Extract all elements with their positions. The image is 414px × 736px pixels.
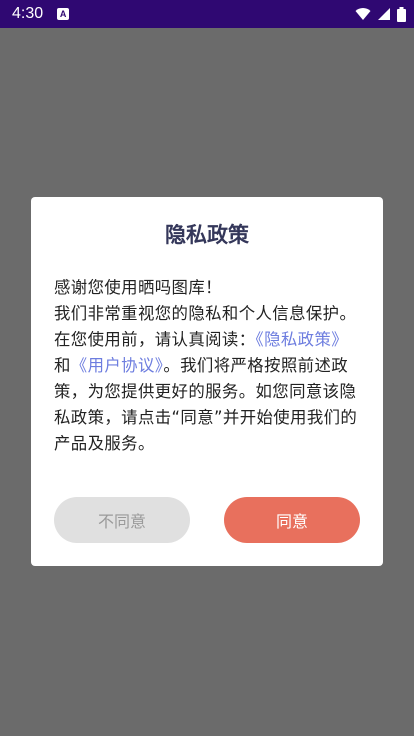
status-bar: 4:30 A [0, 0, 414, 28]
user-agreement-link[interactable]: 《用户协议》 [71, 356, 164, 375]
wifi-icon [355, 7, 371, 21]
welcome-line: 感谢您使用晒吗图库！ [54, 278, 222, 297]
signal-icon [377, 7, 391, 21]
disagree-button[interactable]: 不同意 [54, 497, 190, 543]
privacy-policy-link[interactable]: 《隐私政策》 [256, 330, 349, 349]
policy-text-2: 和 [54, 356, 71, 375]
privacy-policy-dialog: 隐私政策 感谢您使用晒吗图库！ 我们非常重视您的隐私和个人信息保护。在您使用前，… [31, 197, 383, 566]
dialog-body: 感谢您使用晒吗图库！ 我们非常重视您的隐私和个人信息保护。在您使用前，请认真阅读… [54, 275, 361, 457]
notification-a-icon: A [57, 8, 70, 20]
policy-paragraph: 我们非常重视您的隐私和个人信息保护。在您使用前，请认真阅读：《隐私政策》和《用户… [54, 301, 361, 457]
agree-button[interactable]: 同意 [224, 497, 360, 543]
dialog-title: 隐私政策 [165, 223, 249, 247]
battery-icon [397, 6, 406, 22]
status-time: 4:30 [12, 5, 44, 22]
status-icons [355, 6, 406, 22]
